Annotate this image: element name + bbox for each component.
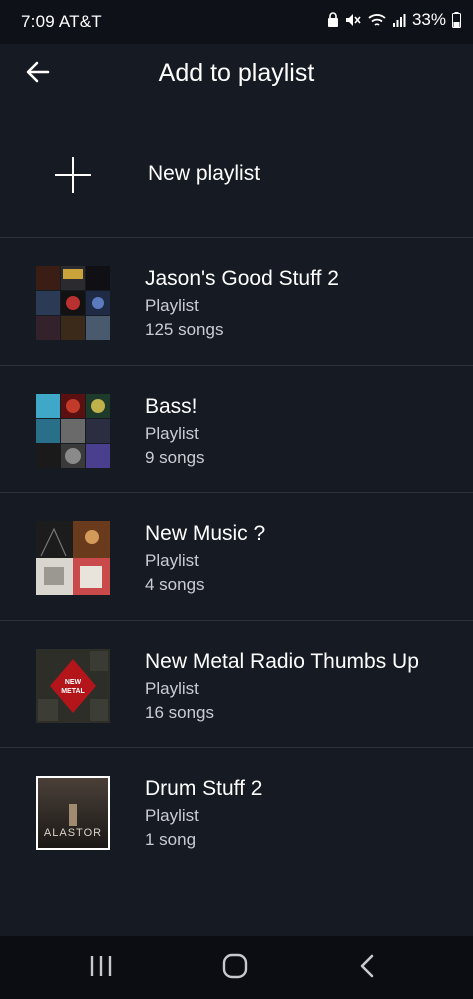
status-bar: 7:09 AT&T 33% (0, 0, 473, 44)
system-nav-bar (0, 936, 473, 999)
page-title: Add to playlist (158, 59, 315, 87)
playlist-song-count: 16 songs (145, 703, 214, 722)
svg-text:METAL: METAL (61, 688, 85, 695)
playlist-item[interactable]: Jason's Good Stuff 2 Playlist 125 songs (0, 238, 473, 365)
plus-icon (55, 157, 91, 193)
playlist-name: Drum Stuff 2 (145, 777, 263, 800)
playlist-type: Playlist (145, 424, 199, 443)
home-button[interactable] (217, 953, 253, 984)
playlist-item[interactable]: ALASTOR Drum Stuff 2 Playlist 1 song (0, 748, 473, 875)
playlist-type: Playlist (145, 806, 199, 825)
back-icon (359, 954, 375, 983)
home-icon (222, 953, 248, 984)
playlist-song-count: 125 songs (145, 320, 224, 339)
new-playlist-button[interactable]: New playlist (0, 112, 473, 236)
playlist-type: Playlist (145, 296, 199, 315)
recent-apps-icon (89, 955, 113, 982)
playlist-thumbnail (36, 394, 110, 468)
status-icons: 33% (327, 10, 461, 30)
recent-apps-button[interactable] (83, 954, 119, 982)
playlist-thumbnail: NEW METAL (36, 649, 110, 723)
svg-text:ALASTOR: ALASTOR (44, 827, 102, 839)
battery-icon (452, 12, 461, 28)
signal-icon (392, 13, 406, 28)
wifi-icon (368, 13, 386, 28)
playlist-type: Playlist (145, 679, 199, 698)
playlist-item[interactable]: NEW METAL New Metal Radio Thumbs Up Play… (0, 621, 473, 748)
playlist-song-count: 4 songs (145, 575, 205, 594)
playlist-item[interactable]: New Music ? Playlist 4 songs (0, 493, 473, 620)
playlist-thumbnail: ALASTOR (36, 776, 110, 850)
playlist-thumbnail (36, 266, 110, 340)
playlist-name: New Music ? (145, 522, 266, 545)
carrier-text: AT&T (58, 12, 102, 31)
nav-back-button[interactable] (349, 954, 385, 982)
battery-percent: 33% (411, 10, 446, 29)
playlist-thumbnail (36, 521, 110, 595)
playlist-item[interactable]: Bass! Playlist 9 songs (0, 366, 473, 493)
mute-icon (345, 12, 362, 28)
status-time: 7:09 AT&T (21, 12, 102, 32)
playlist-song-count: 1 song (145, 830, 197, 849)
playlist-type: Playlist (145, 551, 199, 570)
playlist-song-count: 9 songs (145, 448, 205, 467)
playlist-name: New Metal Radio Thumbs Up (145, 650, 419, 673)
clock-text: 7:09 (21, 12, 55, 31)
new-playlist-label: New playlist (148, 162, 261, 185)
lock-icon (327, 12, 339, 28)
svg-text:NEW: NEW (65, 679, 82, 686)
playlist-name: Jason's Good Stuff 2 (145, 267, 339, 290)
playlist-name: Bass! (145, 395, 198, 418)
app-header: Add to playlist (0, 44, 473, 110)
